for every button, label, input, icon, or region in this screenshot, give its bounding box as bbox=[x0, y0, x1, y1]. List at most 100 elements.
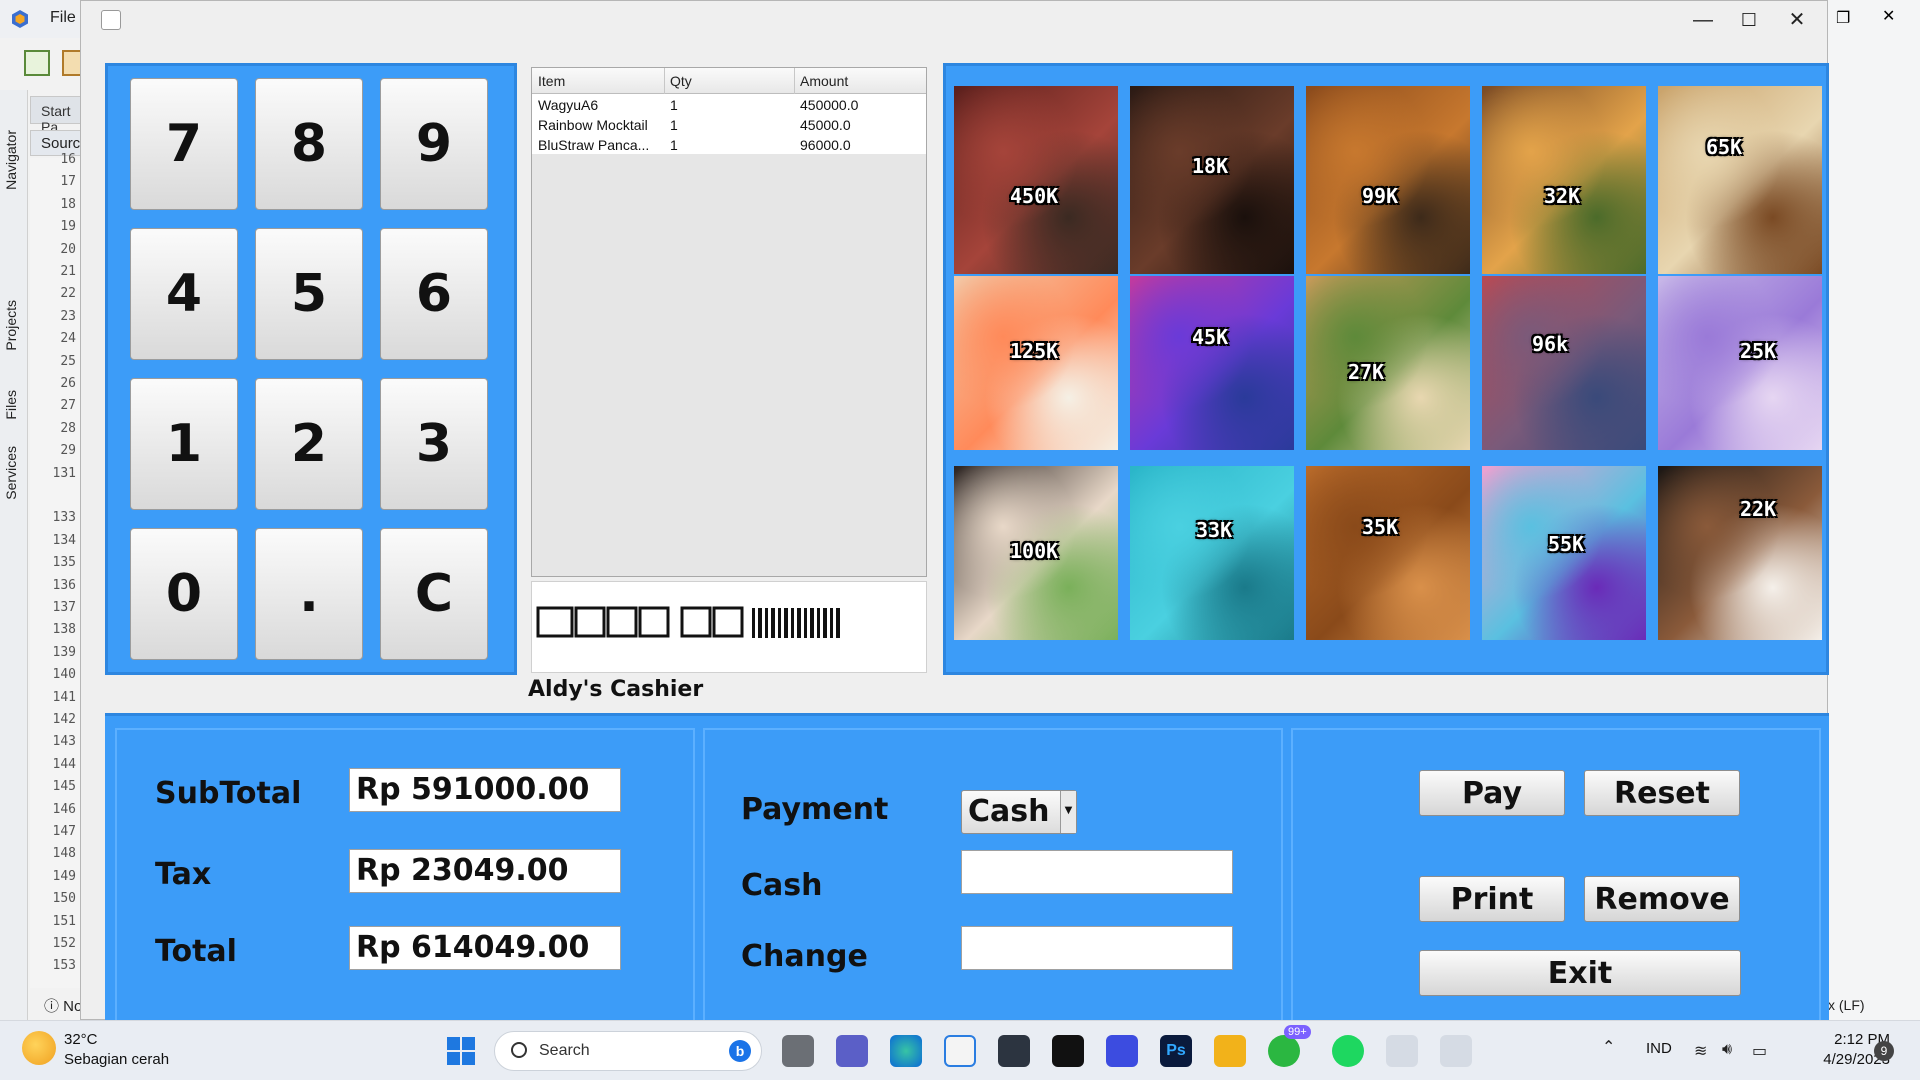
file-explorer-icon[interactable] bbox=[1214, 1035, 1246, 1067]
key-three-button[interactable]: 3 bbox=[380, 378, 488, 510]
key-clear-button[interactable]: C bbox=[380, 528, 488, 660]
line-number: 151 bbox=[52, 913, 76, 929]
key-two-button[interactable]: 2 bbox=[255, 378, 363, 510]
line-number: 137 bbox=[52, 600, 76, 615]
input-language[interactable]: IND bbox=[1646, 1040, 1672, 1057]
print-button[interactable]: Print bbox=[1419, 876, 1565, 922]
tray-expand-icon[interactable]: ⌃ bbox=[1602, 1037, 1615, 1057]
line-number: 149 bbox=[52, 868, 76, 884]
order-table[interactable]: Item Qty Amount WagyuA6 1 450000.0 Rainbow … bbox=[531, 67, 927, 577]
java-task-icon[interactable] bbox=[1440, 1035, 1472, 1067]
weather-icon[interactable] bbox=[22, 1031, 56, 1065]
menu-item-2[interactable]: 18K bbox=[1130, 86, 1294, 274]
line-number: 148 bbox=[52, 846, 76, 862]
payment-label: Payment bbox=[741, 792, 889, 827]
total-label: Total bbox=[155, 934, 237, 969]
wifi-icon[interactable]: ≋ bbox=[1694, 1041, 1712, 1060]
menu-item-6[interactable]: 125K bbox=[954, 276, 1118, 450]
key-six-button[interactable]: 6 bbox=[380, 228, 488, 360]
key-eight-button[interactable]: 8 bbox=[255, 78, 363, 210]
menu-item-5[interactable]: 65K bbox=[1658, 86, 1822, 274]
key-zero-button[interactable]: 0 bbox=[130, 528, 238, 660]
photoshop-icon[interactable]: Ps bbox=[1160, 1035, 1192, 1067]
line-number: 140 bbox=[52, 667, 76, 683]
side-tab-navigator[interactable]: Navigator bbox=[3, 130, 19, 190]
change-field[interactable] bbox=[961, 926, 1233, 970]
payment-method-select[interactable]: Cash ▼ bbox=[961, 790, 1077, 834]
column-header-item[interactable]: Item bbox=[538, 73, 565, 89]
menu-item-8[interactable]: 27K bbox=[1306, 276, 1470, 450]
ide-close-icon[interactable]: ✕ bbox=[1882, 6, 1895, 26]
netbeans-task-icon[interactable] bbox=[1386, 1035, 1418, 1067]
menu-item-15[interactable]: 22K bbox=[1658, 466, 1822, 640]
line-number: 139 bbox=[52, 644, 76, 660]
key-seven-button[interactable]: 7 bbox=[130, 78, 238, 210]
weather-temperature[interactable]: 32°C bbox=[64, 1031, 98, 1048]
menu-item-10[interactable]: 25K bbox=[1658, 276, 1822, 450]
edge-icon[interactable] bbox=[890, 1035, 922, 1067]
change-label: Change bbox=[741, 939, 868, 974]
menu-item-11[interactable]: 100K bbox=[954, 466, 1118, 640]
task-view-icon[interactable] bbox=[782, 1035, 814, 1067]
notification-badge[interactable]: 9 bbox=[1874, 1041, 1894, 1061]
teams-icon[interactable] bbox=[836, 1035, 868, 1067]
pay-button[interactable]: Pay bbox=[1419, 770, 1565, 816]
menu-item-14[interactable]: 55K bbox=[1482, 466, 1646, 640]
line-number: 144 bbox=[52, 756, 76, 772]
table-row[interactable]: Rainbow Mocktail 1 45000.0 bbox=[532, 114, 926, 134]
side-tab-services[interactable]: Services bbox=[3, 446, 19, 500]
key-one-button[interactable]: 1 bbox=[130, 378, 238, 510]
ide-restore-icon[interactable]: ❐ bbox=[1836, 8, 1850, 28]
menu-item-7[interactable]: 45K bbox=[1130, 276, 1294, 450]
line-number: 153 bbox=[52, 958, 76, 974]
key-five-button[interactable]: 5 bbox=[255, 228, 363, 360]
food-photo bbox=[954, 276, 1118, 450]
bing-icon[interactable]: b bbox=[729, 1040, 751, 1062]
remove-button[interactable]: Remove bbox=[1584, 876, 1740, 922]
menu-item-3[interactable]: 99K bbox=[1306, 86, 1470, 274]
cell-item: BluStraw Panca... bbox=[538, 137, 650, 153]
windows-start-icon[interactable] bbox=[447, 1037, 475, 1065]
cash-input[interactable] bbox=[961, 850, 1233, 894]
menu-item-12[interactable]: 33K bbox=[1130, 466, 1294, 640]
menu-item-price: 65K bbox=[1706, 134, 1743, 159]
unity-icon[interactable] bbox=[998, 1035, 1030, 1067]
close-button[interactable]: ✕ bbox=[1775, 5, 1819, 35]
weather-description[interactable]: Sebagian cerah bbox=[64, 1051, 169, 1068]
key-nine-button[interactable]: 9 bbox=[380, 78, 488, 210]
reset-button[interactable]: Reset bbox=[1584, 770, 1740, 816]
menu-item-13[interactable]: 35K bbox=[1306, 466, 1470, 640]
mockup-app-icon[interactable] bbox=[1106, 1035, 1138, 1067]
menu-item-9[interactable]: 96k bbox=[1482, 276, 1646, 450]
cell-item: Rainbow Mocktail bbox=[538, 117, 648, 133]
store-icon[interactable] bbox=[944, 1035, 976, 1067]
spotify-icon[interactable] bbox=[1332, 1035, 1364, 1067]
minimize-button[interactable]: — bbox=[1681, 5, 1725, 35]
taskbar-search[interactable]: Search b bbox=[494, 1031, 762, 1071]
key-decimal-button[interactable]: . bbox=[255, 528, 363, 660]
new-file-icon[interactable] bbox=[24, 50, 50, 76]
total-field[interactable]: Rp 614049.00 bbox=[349, 926, 621, 970]
line-number: 150 bbox=[52, 891, 76, 907]
column-header-qty[interactable]: Qty bbox=[670, 73, 692, 89]
column-header-amount[interactable]: Amount bbox=[800, 73, 848, 89]
barcode-display bbox=[531, 581, 927, 673]
menu-item-1[interactable]: 450K bbox=[954, 86, 1118, 274]
side-tab-projects[interactable]: Projects bbox=[3, 300, 19, 351]
ide-menu-file[interactable]: File bbox=[50, 9, 76, 27]
line-number: 138 bbox=[52, 622, 76, 638]
order-table-header: Item Qty Amount bbox=[532, 68, 926, 94]
creative-cloud-icon[interactable] bbox=[1052, 1035, 1084, 1067]
tax-field[interactable]: Rp 23049.00 bbox=[349, 849, 621, 893]
side-tab-files[interactable]: Files bbox=[3, 390, 19, 420]
exit-button[interactable]: Exit bbox=[1419, 950, 1741, 996]
subtotal-field[interactable]: Rp 591000.00 bbox=[349, 768, 621, 812]
battery-icon[interactable]: ▭ bbox=[1752, 1041, 1770, 1060]
table-row[interactable]: BluStraw Panca... 1 96000.0 bbox=[532, 134, 926, 154]
table-row[interactable]: WagyuA6 1 450000.0 bbox=[532, 94, 926, 114]
key-four-button[interactable]: 4 bbox=[130, 228, 238, 360]
maximize-button[interactable]: ☐ bbox=[1727, 5, 1771, 35]
whatsapp-icon[interactable]: 99+ bbox=[1268, 1025, 1311, 1067]
volume-icon[interactable]: 🔊︎ bbox=[1722, 1041, 1740, 1058]
menu-item-4[interactable]: 32K bbox=[1482, 86, 1646, 274]
